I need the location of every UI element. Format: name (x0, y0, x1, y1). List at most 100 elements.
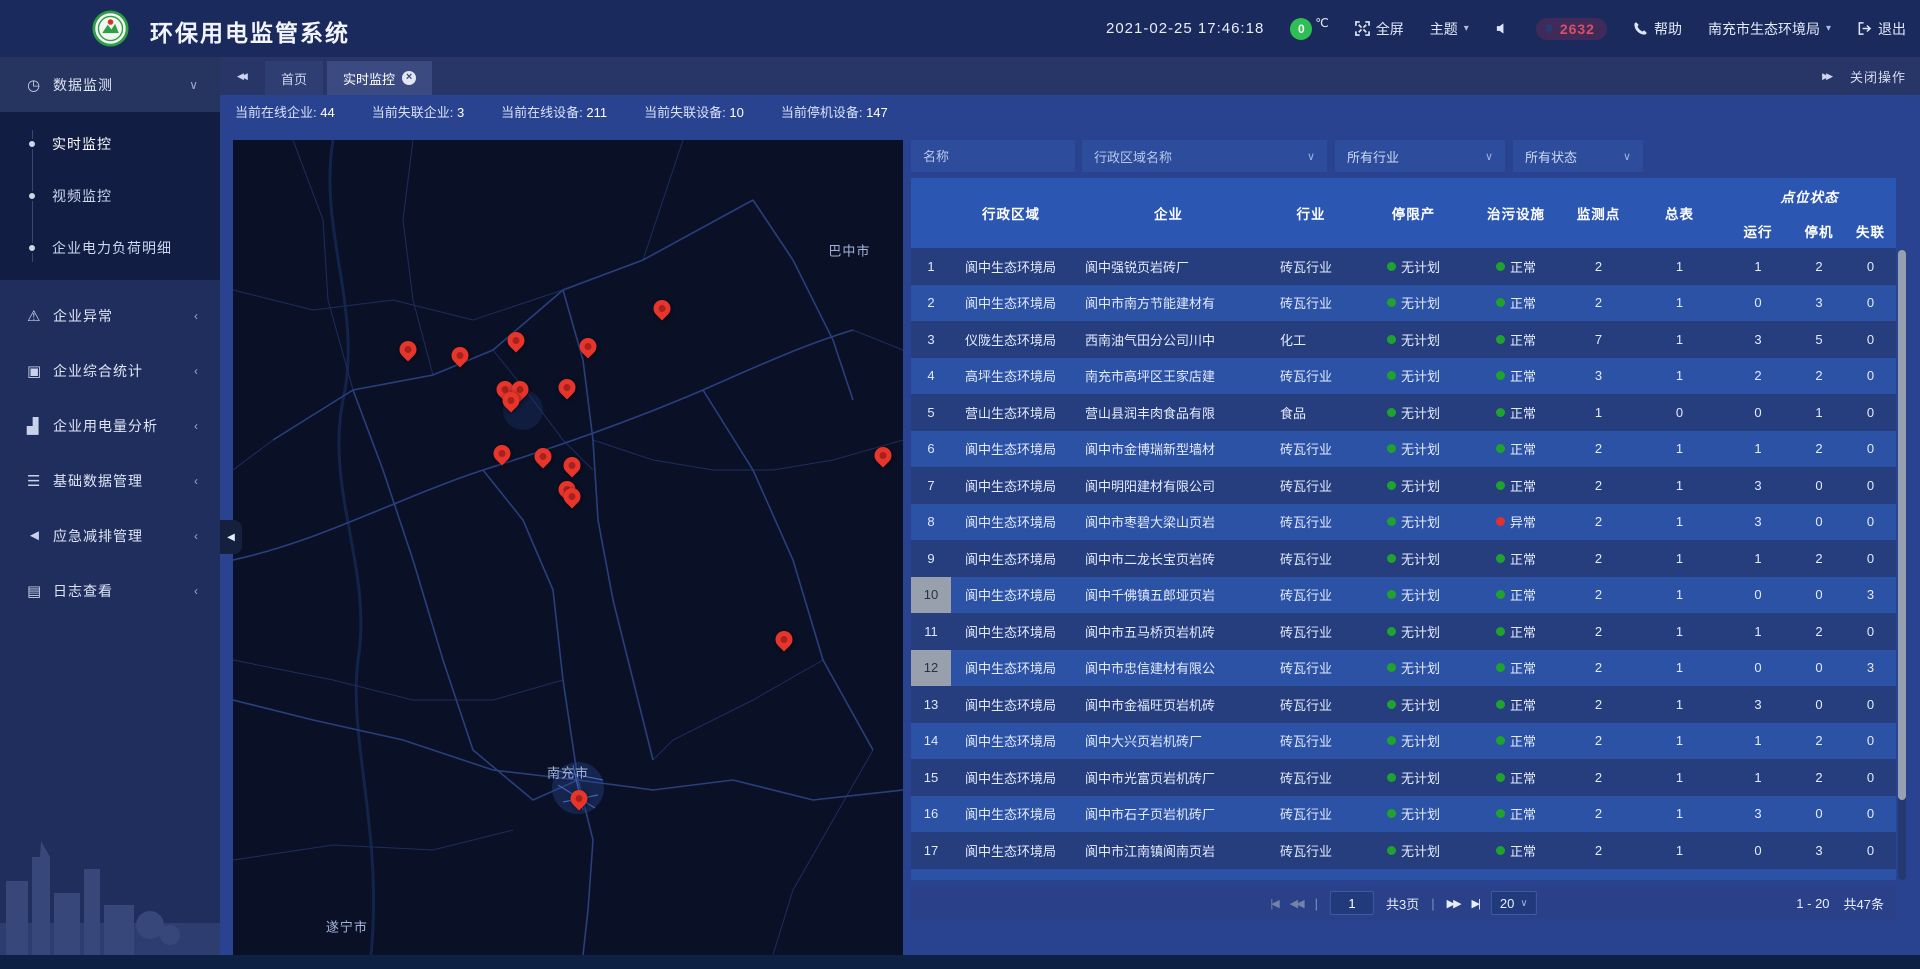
region-filter-select[interactable]: 行政区域名称 ∨ (1082, 140, 1327, 172)
tab-scroll-right-icon[interactable]: ▶▶ (1822, 57, 1830, 95)
table-row[interactable]: 2阆中生态环境局阆中市南方节能建材有砖瓦行业无计划正常21030 (911, 285, 1896, 322)
cell-company: 阆中市枣碧大梁山页岩 (1071, 504, 1266, 541)
cell-total-meter: 1 (1636, 285, 1723, 322)
table-row[interactable]: 8阆中生态环境局阆中市枣碧大梁山页岩砖瓦行业无计划异常21300 (911, 504, 1896, 541)
cell-monitor-points: 2 (1561, 650, 1636, 687)
next-page-icon[interactable]: ▶▶ (1447, 897, 1460, 910)
cell-region: 阆中生态环境局 (951, 504, 1071, 541)
table-row[interactable]: 13阆中生态环境局阆中市金福旺页岩机砖砖瓦行业无计划正常21300 (911, 686, 1896, 723)
table-row[interactable]: 16阆中生态环境局阆中市石子页岩机砖厂砖瓦行业无计划正常21300 (911, 796, 1896, 833)
cell-stopped: 0 (1793, 504, 1845, 541)
close-icon[interactable]: × (402, 71, 416, 85)
cell-stop-limit-status: 无计划 (1356, 686, 1471, 723)
sidebar-item-3[interactable]: ▟企业用电量分析‹ (0, 398, 220, 453)
chevron-down-icon: ▾ (1464, 23, 1469, 34)
help-button[interactable]: 帮助 (1633, 19, 1682, 39)
fullscreen-button[interactable]: 全屏 (1355, 19, 1404, 39)
facility-text: 正常 (1510, 293, 1536, 312)
sidebar-item-5[interactable]: ◄应急减排管理‹ (0, 508, 220, 563)
tab-list: 首页实时监控× (265, 61, 432, 95)
facility-text: 正常 (1510, 585, 1536, 604)
stop-limit-text: 无计划 (1401, 549, 1440, 568)
close-operations-button[interactable]: 关闭操作 (1850, 57, 1906, 95)
table-row[interactable]: 9阆中生态环境局阆中市二龙长宝页岩砖砖瓦行业无计划正常21120 (911, 540, 1896, 577)
pin-core-dot (511, 335, 521, 345)
facility-text: 正常 (1510, 403, 1536, 422)
status-dot-icon (1387, 663, 1396, 672)
emergency-reduce-icon: ◄ (27, 527, 53, 544)
chevron-down-icon: ∨ (1307, 150, 1315, 163)
sidebar-subitem-2[interactable]: 企业电力负荷明细 (0, 222, 220, 274)
sidebar-item-4[interactable]: ☰基础数据管理‹ (0, 453, 220, 508)
table-row[interactable]: 4高坪生态环境局南充市高坪区王家店建砖瓦行业无计划正常31220 (911, 358, 1896, 395)
table-row[interactable]: 7阆中生态环境局阆中明阳建材有限公司砖瓦行业无计划正常21300 (911, 467, 1896, 504)
cell-running: 1 (1723, 431, 1793, 468)
table-row[interactable]: 15阆中生态环境局阆中市光富页岩机砖厂砖瓦行业无计划正常21120 (911, 759, 1896, 796)
tab-scroll-left-icon[interactable]: ◀◀ (237, 57, 248, 95)
table-row[interactable]: 10阆中生态环境局阆中千佛镇五郎垭页岩砖瓦行业无计划正常21003 (911, 577, 1896, 614)
base-data-icon: ☰ (27, 472, 53, 490)
cell-running: 3 (1723, 796, 1793, 833)
table-row[interactable]: 5营山生态环境局营山县润丰肉食品有限食品无计划正常10010 (911, 394, 1896, 431)
bullet-dot-icon (27, 243, 37, 253)
col-header-1: 企业 (1071, 178, 1266, 248)
page-size-select[interactable]: 20 ∨ (1491, 891, 1537, 915)
table-row[interactable]: 18南部生态环境局南部县瑞华水泥有限公建材加工无计划正常60060 (911, 869, 1896, 881)
table-row[interactable]: 3仪陇生态环境局西南油气田分公司川中化工无计划正常71350 (911, 321, 1896, 358)
cell-company: 阆中市忠信建材有限公 (1071, 650, 1266, 687)
table-row[interactable]: 1阆中生态环境局阆中强锐页岩砖厂砖瓦行业无计划正常21120 (911, 248, 1896, 285)
prev-page-icon[interactable]: ◀◀ (1290, 897, 1303, 910)
notification-badge[interactable]: 2632 (1536, 18, 1607, 40)
cell-stopped: 1 (1793, 394, 1845, 431)
cell-stop-limit-status: 无计划 (1356, 759, 1471, 796)
cell-company: 营山县润丰肉食品有限 (1071, 394, 1266, 431)
sidebar-subitem-1[interactable]: 视频监控 (0, 170, 220, 222)
sidebar-item-2[interactable]: ▣企业综合统计‹ (0, 343, 220, 398)
table-row[interactable]: 17阆中生态环境局阆中市江南镇阆南页岩砖瓦行业无计划正常21030 (911, 832, 1896, 869)
sidebar-item-1[interactable]: ⚠企业异常‹ (0, 288, 220, 343)
cell-region: 阆中生态环境局 (951, 832, 1071, 869)
theme-button[interactable]: 主题 ▾ (1430, 19, 1469, 39)
scrollbar-thumb[interactable] (1898, 250, 1906, 800)
cell-industry: 砖瓦行业 (1266, 759, 1356, 796)
sidebar-item-6[interactable]: ▤日志查看‹ (0, 563, 220, 618)
tab-1[interactable]: 实时监控× (327, 61, 432, 95)
table-scrollbar[interactable] (1898, 250, 1906, 880)
cell-monitor-points: 2 (1561, 723, 1636, 760)
table-row[interactable]: 6阆中生态环境局阆中市金博瑞新型墙材砖瓦行业无计划正常21120 (911, 431, 1896, 468)
theme-label: 主题 (1430, 19, 1458, 39)
map-panel[interactable]: 巴中市南充市遂宁市 (233, 140, 903, 955)
pagination-bar: |◀ ◀◀ | 共3页 | ▶▶ ▶| 20 ∨ 1 - 20 共47条 (911, 886, 1896, 920)
enterprise-alert-icon: ⚠ (27, 307, 53, 325)
status-filter-select[interactable]: 所有状态 ∨ (1513, 140, 1643, 172)
cell-stop-limit-status: 无计划 (1356, 613, 1471, 650)
mute-button[interactable] (1495, 21, 1510, 36)
logout-button[interactable]: 退出 (1857, 19, 1906, 39)
pin-core-dot (567, 492, 577, 502)
sidebar-subitem-0[interactable]: 实时监控 (0, 118, 220, 170)
industry-filter-select[interactable]: 所有行业 ∨ (1335, 140, 1505, 172)
cell-region: 阆中生态环境局 (951, 467, 1071, 504)
cell-stop-limit-status: 无计划 (1356, 577, 1471, 614)
cell-stopped: 2 (1793, 723, 1845, 760)
cell-total-meter: 0 (1636, 394, 1723, 431)
subcol-header-0: 运行 (1723, 213, 1793, 248)
cell-industry: 砖瓦行业 (1266, 686, 1356, 723)
tab-0[interactable]: 首页 (265, 61, 323, 95)
page-number-input[interactable] (1330, 891, 1374, 915)
sidebar-item-0[interactable]: ◷数据监测∨ (0, 57, 220, 112)
table-row[interactable]: 14阆中生态环境局阆中大兴页岩机砖厂砖瓦行业无计划正常21120 (911, 723, 1896, 760)
sidebar-item-label: 企业综合统计 (53, 361, 194, 381)
first-page-icon[interactable]: |◀ (1270, 897, 1277, 910)
cell-stop-limit-status: 无计划 (1356, 358, 1471, 395)
org-selector[interactable]: 南充市生态环境局 ▾ (1708, 19, 1831, 39)
cell-stop-limit-status: 无计划 (1356, 321, 1471, 358)
last-page-icon[interactable]: ▶| (1472, 897, 1479, 910)
table-row[interactable]: 12阆中生态环境局阆中市忠信建材有限公砖瓦行业无计划正常21003 (911, 650, 1896, 687)
name-filter-input[interactable] (911, 140, 1075, 172)
status-dot-icon (1496, 444, 1505, 453)
table-row[interactable]: 11阆中生态环境局阆中市五马桥页岩机砖砖瓦行业无计划正常21120 (911, 613, 1896, 650)
cell-stopped: 0 (1793, 577, 1845, 614)
facility-text: 正常 (1510, 622, 1536, 641)
sidebar-collapse-handle[interactable]: ◀ (220, 520, 242, 554)
